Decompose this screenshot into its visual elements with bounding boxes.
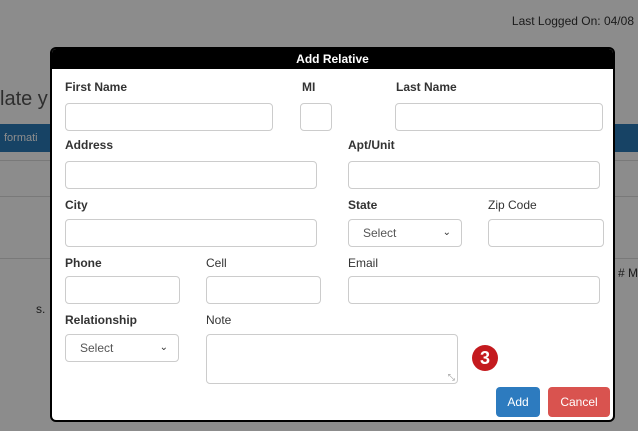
email-label: Email [348, 256, 379, 270]
cell-label: Cell [206, 256, 227, 270]
zip-code-input[interactable] [488, 219, 604, 247]
note-textarea[interactable]: ⤡ [206, 334, 458, 384]
first-name-label: First Name [65, 80, 128, 94]
state-label: State [348, 198, 378, 212]
cancel-button[interactable]: Cancel [548, 387, 610, 417]
cell-input[interactable] [206, 276, 321, 304]
mi-label: MI [302, 80, 316, 94]
last-name-input[interactable] [395, 103, 603, 131]
relationship-select[interactable]: Select ⌄ [65, 334, 179, 362]
apt-unit-label: Apt/Unit [348, 138, 395, 152]
email-input[interactable] [348, 276, 600, 304]
last-name-label: Last Name [396, 80, 457, 94]
state-select[interactable]: Select ⌄ [348, 219, 462, 247]
zip-code-label: Zip Code [488, 198, 537, 212]
address-label: Address [65, 138, 114, 152]
relationship-select-value: Select [80, 341, 114, 355]
mi-input[interactable] [300, 103, 332, 131]
state-select-value: Select [363, 226, 397, 240]
first-name-input[interactable] [65, 103, 273, 131]
city-input[interactable] [65, 219, 317, 247]
resize-handle-icon[interactable]: ⤡ [448, 373, 455, 382]
add-button[interactable]: Add [496, 387, 540, 417]
address-input[interactable] [65, 161, 317, 189]
relationship-label: Relationship [65, 313, 138, 327]
step-number-badge: 3 [472, 345, 498, 371]
chevron-down-icon: ⌄ [442, 227, 451, 238]
apt-unit-input[interactable] [348, 161, 600, 189]
modal-title: Add Relative [52, 49, 613, 69]
city-label: City [65, 198, 88, 212]
chevron-down-icon: ⌄ [159, 342, 168, 353]
phone-label: Phone [65, 256, 102, 270]
add-relative-modal: Add Relative First Name MI Last Name Add… [50, 47, 615, 422]
note-label: Note [206, 313, 232, 327]
phone-input[interactable] [65, 276, 180, 304]
